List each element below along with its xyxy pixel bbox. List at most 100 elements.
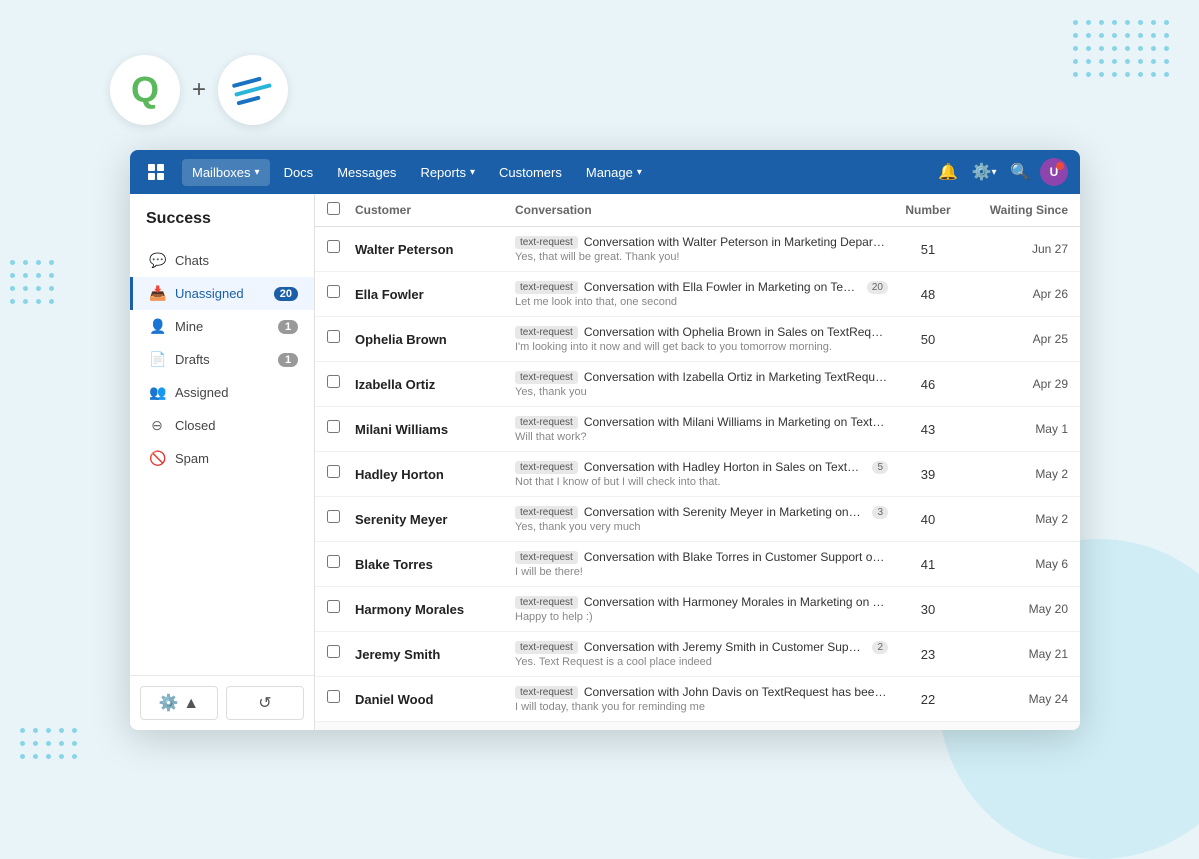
nav-docs[interactable]: Docs (274, 159, 324, 186)
sidebar-item-chats[interactable]: 💬 Chats (130, 244, 314, 277)
sidebar-item-spam-label: Spam (175, 451, 209, 466)
row-select-checkbox[interactable] (327, 375, 340, 388)
conv-tag: text-request (515, 506, 578, 519)
sidebar-footer: ⚙️ ▲ ↺ (130, 675, 314, 730)
table-row[interactable]: Ella Fowler text-request Conversation wi… (315, 272, 1080, 317)
nav-manage[interactable]: Manage ▾ (576, 159, 652, 186)
conversation-cell: text-request Conversation with Serenity … (515, 505, 888, 533)
sidebar-item-closed-label: Closed (175, 418, 215, 433)
row-select-checkbox[interactable] (327, 465, 340, 478)
conversation-cell: text-request Conversation with Milani Wi… (515, 415, 888, 443)
conv-number: 46 (888, 377, 968, 392)
row-select-checkbox[interactable] (327, 330, 340, 343)
conv-preview: Yes, that will be great. Thank you! (515, 251, 888, 263)
nav-mailboxes[interactable]: Mailboxes ▾ (182, 159, 270, 186)
plus-sign: + (192, 76, 206, 104)
conversation-cell: text-request Conversation with Walter Pe… (515, 235, 888, 263)
conv-number: 50 (888, 332, 968, 347)
table-row[interactable]: Harmony Morales text-request Conversatio… (315, 587, 1080, 632)
unassigned-icon: 📥 (149, 285, 165, 302)
search-button[interactable]: 🔍 (1004, 156, 1036, 188)
conv-top: text-request Conversation with Izabella … (515, 370, 888, 384)
conv-preview: Not that I know of but I will check into… (515, 476, 888, 488)
table-row[interactable]: Daniel Wood text-request Conversation wi… (315, 677, 1080, 722)
row-select-checkbox[interactable] (327, 600, 340, 613)
select-all-checkbox[interactable] (327, 202, 340, 215)
row-select-checkbox[interactable] (327, 645, 340, 658)
nav-customers[interactable]: Customers (489, 159, 572, 186)
conversation-cell: text-request Conversation with Ophelia B… (515, 325, 888, 353)
table-row[interactable]: Serenity Meyer text-request Conversation… (315, 497, 1080, 542)
conv-title: Conversation with Ella Fowler in Marketi… (584, 280, 857, 294)
sidebar-item-unassigned[interactable]: 📥 Unassigned 20 (130, 277, 314, 310)
settings-footer-button[interactable]: ⚙️ ▲ (140, 686, 218, 720)
table-row[interactable]: Blake Torres text-request Conversation w… (315, 542, 1080, 587)
table-row[interactable]: Hadley Horton text-request Conversation … (315, 452, 1080, 497)
row-checkbox (327, 555, 355, 573)
conv-number: 22 (888, 692, 968, 707)
assigned-icon: 👥 (149, 384, 165, 401)
conv-title: Conversation with Serenity Meyer in Mark… (584, 505, 863, 519)
customer-name: Blake Torres (355, 557, 515, 572)
nav-logo-icon (146, 162, 166, 182)
conv-top: text-request Conversation with Harmoney … (515, 595, 888, 609)
sidebar-item-mine[interactable]: 👤 Mine 1 (130, 310, 314, 343)
nav-reports[interactable]: Reports ▾ (410, 159, 485, 186)
sidebar-item-assigned[interactable]: 👥 Assigned (130, 376, 314, 409)
row-checkbox (327, 375, 355, 393)
notification-button[interactable]: 🔔 (932, 156, 964, 188)
row-select-checkbox[interactable] (327, 510, 340, 523)
sidebar-item-spam[interactable]: 🚫 Spam (130, 442, 314, 475)
waiting-since: May 1 (968, 422, 1068, 436)
conv-badge: 5 (872, 461, 888, 474)
waiting-since: Apr 26 (968, 287, 1068, 301)
sidebar: Success 💬 Chats 📥 Unassigned 20 👤 Mine 1 (130, 194, 315, 730)
row-checkbox (327, 690, 355, 708)
conv-title: Conversation with Harmoney Morales in Ma… (584, 595, 888, 609)
conv-badge: 2 (872, 641, 888, 654)
avatar-badge (1056, 162, 1064, 170)
settings-button[interactable]: ⚙️ ▾ (968, 156, 1000, 188)
table-row[interactable]: Izabella Ortiz text-request Conversation… (315, 362, 1080, 407)
new-conversation-button[interactable]: ↺ (226, 686, 304, 720)
table-row[interactable]: Ophelia Brown text-request Conversation … (315, 317, 1080, 362)
sidebar-item-closed[interactable]: ⊖ Closed (130, 409, 314, 442)
mine-badge: 1 (278, 320, 298, 334)
app-body: Success 💬 Chats 📥 Unassigned 20 👤 Mine 1 (130, 194, 1080, 730)
row-select-checkbox[interactable] (327, 285, 340, 298)
row-checkbox (327, 600, 355, 618)
table-row[interactable]: Milani Williams text-request Conversatio… (315, 407, 1080, 452)
row-select-checkbox[interactable] (327, 690, 340, 703)
customer-name: Harmony Morales (355, 602, 515, 617)
stripe-lines (232, 74, 274, 105)
conv-preview: Yes, thank you very much (515, 521, 888, 533)
user-avatar[interactable]: U (1040, 158, 1068, 186)
mine-icon: 👤 (149, 318, 165, 335)
customer-name: Daniel Wood (355, 692, 515, 707)
conv-number: 41 (888, 557, 968, 572)
waiting-since: Jun 27 (968, 242, 1068, 256)
conv-badge: 3 (872, 506, 888, 519)
conv-number: 43 (888, 422, 968, 437)
row-select-checkbox[interactable] (327, 555, 340, 568)
conversation-list: Walter Peterson text-request Conversatio… (315, 227, 1080, 730)
stripes-logo (218, 55, 288, 125)
conv-preview: Happy to help :) (515, 611, 888, 623)
conv-title: Conversation with Jeremy Smith in Custom… (584, 640, 863, 654)
waiting-since: May 2 (968, 512, 1068, 526)
nav-messages[interactable]: Messages (327, 159, 406, 186)
row-select-checkbox[interactable] (327, 240, 340, 253)
table-row[interactable]: Jeremy Smith text-request Conversation w… (315, 632, 1080, 677)
top-nav: Mailboxes ▾ Docs Messages Reports ▾ Cust… (130, 150, 1080, 194)
drafts-icon: 📄 (149, 351, 165, 368)
conv-top: text-request Conversation with Serenity … (515, 505, 888, 519)
sidebar-item-drafts[interactable]: 📄 Drafts 1 (130, 343, 314, 376)
nav-manage-label: Manage (586, 165, 633, 180)
th-waiting-since: Waiting Since (968, 203, 1068, 217)
row-select-checkbox[interactable] (327, 420, 340, 433)
conv-top: text-request Conversation with Hadley Ho… (515, 460, 888, 474)
sidebar-item-drafts-label: Drafts (175, 352, 210, 367)
table-row[interactable]: Walter Peterson text-request Conversatio… (315, 227, 1080, 272)
conv-tag: text-request (515, 371, 578, 384)
waiting-since: May 6 (968, 557, 1068, 571)
